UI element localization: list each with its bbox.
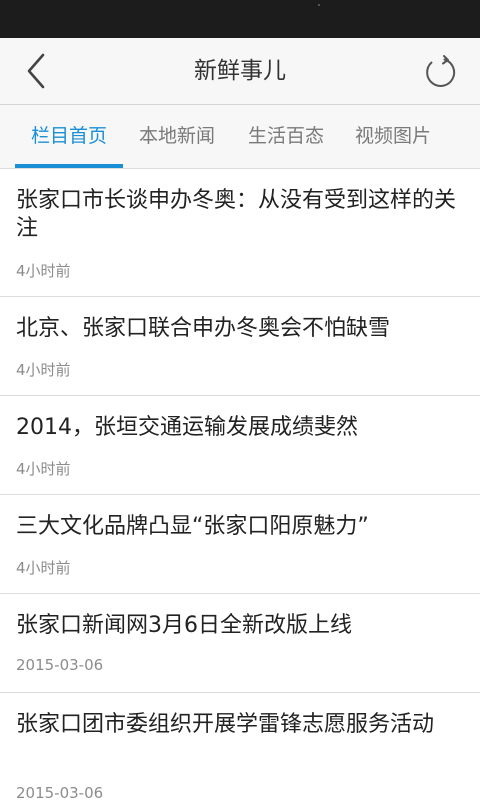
news-time: 4小时前 <box>16 559 71 577</box>
refresh-button[interactable] <box>418 50 462 94</box>
category-tabs: 栏目首页 本地新闻 生活百态 视频图片 <box>0 105 480 169</box>
news-time: 4小时前 <box>16 262 71 280</box>
news-time: 4小时前 <box>16 361 71 379</box>
tab-video-pictures[interactable]: 视频图片 <box>343 105 443 168</box>
news-title: 2014，张垣交通运输发展成绩斐然 <box>16 415 358 440</box>
status-dot <box>318 4 320 6</box>
back-button[interactable] <box>14 48 58 94</box>
active-tab-indicator <box>15 164 123 168</box>
news-item[interactable]: 2014，张垣交通运输发展成绩斐然 4小时前 <box>0 396 480 495</box>
tab-life[interactable]: 生活百态 <box>236 105 336 168</box>
news-time: 2015-03-06 <box>16 656 104 674</box>
tab-local-news[interactable]: 本地新闻 <box>127 105 227 168</box>
page-title: 新鲜事儿 <box>194 58 286 84</box>
news-time: 2015-03-06 <box>16 784 104 802</box>
status-bar <box>0 0 480 38</box>
news-time: 4小时前 <box>16 460 71 478</box>
news-title: 张家口团市委组织开展学雷锋志愿服务活动 <box>16 712 435 737</box>
news-item[interactable]: 北京、张家口联合申办冬奥会不怕缺雪 4小时前 <box>0 297 480 396</box>
chevron-left-icon <box>27 53 45 89</box>
refresh-icon <box>426 55 456 87</box>
news-title: 张家口市长谈申办冬奥：从没有受到这样的关注 <box>16 188 457 241</box>
news-title: 北京、张家口联合申办冬奥会不怕缺雪 <box>16 316 391 341</box>
news-item[interactable]: 张家口团市委组织开展学雷锋志愿服务活动 2015-03-06 <box>0 693 480 802</box>
app-header: 新鲜事儿 <box>0 38 480 105</box>
news-title: 张家口新闻网3月6日全新改版上线 <box>16 613 352 638</box>
tab-column-home[interactable]: 栏目首页 <box>15 105 123 168</box>
news-item[interactable]: 张家口市长谈申办冬奥：从没有受到这样的关注 4小时前 <box>0 169 480 297</box>
news-item[interactable]: 张家口新闻网3月6日全新改版上线 2015-03-06 <box>0 594 480 693</box>
news-title: 三大文化品牌凸显“张家口阳原魅力” <box>16 514 369 539</box>
news-item[interactable]: 三大文化品牌凸显“张家口阳原魅力” 4小时前 <box>0 495 480 594</box>
